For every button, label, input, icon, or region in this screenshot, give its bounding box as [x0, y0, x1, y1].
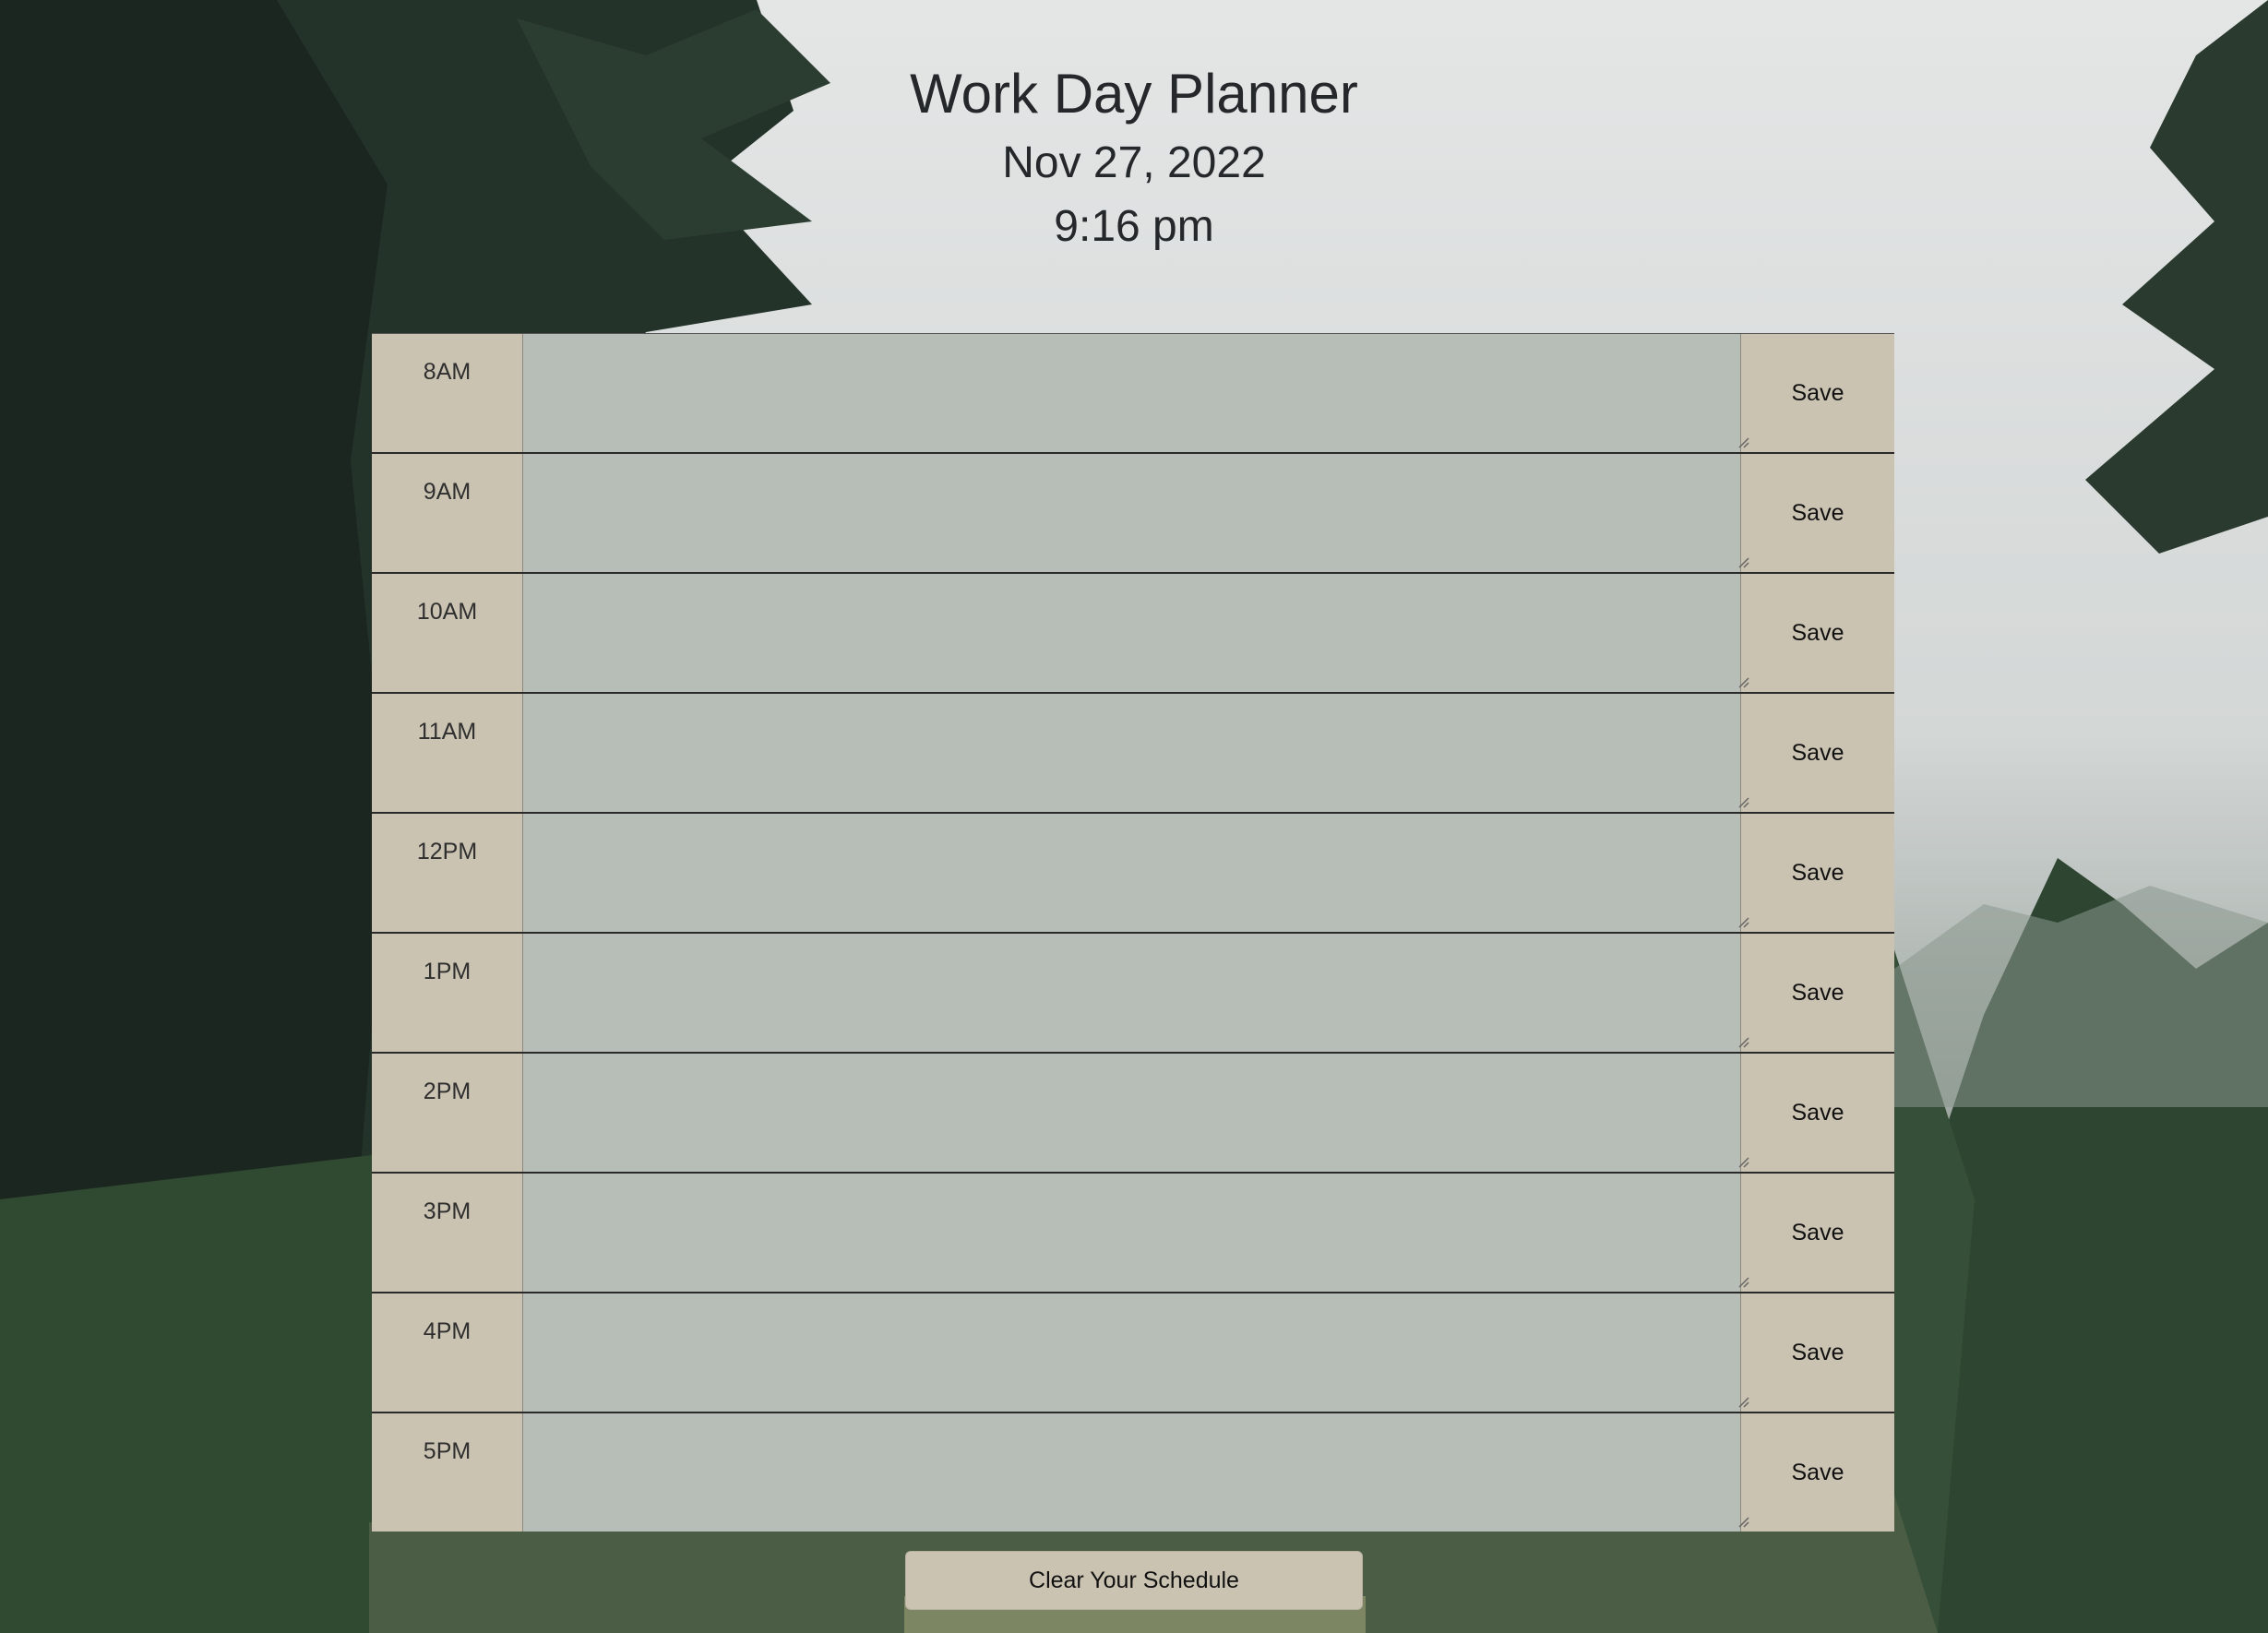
save-button[interactable]: Save [1741, 1054, 1894, 1172]
save-button[interactable]: Save [1741, 694, 1894, 812]
time-block-4pm: 4PM Save [372, 1292, 1894, 1412]
hour-label: 11AM [372, 694, 523, 812]
event-textarea[interactable] [523, 1174, 1741, 1292]
time-block-3pm: 3PM Save [372, 1172, 1894, 1292]
event-textarea[interactable] [523, 454, 1741, 572]
page-title: Work Day Planner [910, 63, 1358, 125]
time-block-9am: 9AM Save [372, 452, 1894, 572]
current-date: Nov 27, 2022 [1002, 138, 1266, 187]
event-textarea[interactable] [523, 334, 1741, 452]
save-button[interactable]: Save [1741, 934, 1894, 1052]
planner-table: 8AM Save 9AM Save 10AM Save 11AM Save 12… [372, 333, 1894, 1532]
hour-label: 2PM [372, 1054, 523, 1172]
event-textarea[interactable] [523, 1293, 1741, 1412]
save-button[interactable]: Save [1741, 814, 1894, 932]
time-block-5pm: 5PM Save [372, 1412, 1894, 1532]
hour-label: 5PM [372, 1413, 523, 1532]
time-block-8am: 8AM Save [372, 333, 1894, 452]
time-block-10am: 10AM Save [372, 572, 1894, 692]
save-button[interactable]: Save [1741, 1293, 1894, 1412]
time-block-11am: 11AM Save [372, 692, 1894, 812]
clear-container: Clear Your Schedule [905, 1551, 1363, 1610]
save-button[interactable]: Save [1741, 334, 1894, 452]
event-textarea[interactable] [523, 934, 1741, 1052]
event-textarea[interactable] [523, 1413, 1741, 1532]
event-textarea[interactable] [523, 814, 1741, 932]
save-button[interactable]: Save [1741, 454, 1894, 572]
time-block-2pm: 2PM Save [372, 1052, 1894, 1172]
hour-label: 1PM [372, 934, 523, 1052]
hour-label: 10AM [372, 574, 523, 692]
save-button[interactable]: Save [1741, 1413, 1894, 1532]
time-block-1pm: 1PM Save [372, 932, 1894, 1052]
hour-label: 3PM [372, 1174, 523, 1292]
hour-label: 8AM [372, 334, 523, 452]
hour-label: 9AM [372, 454, 523, 572]
save-button[interactable]: Save [1741, 1174, 1894, 1292]
event-textarea[interactable] [523, 1054, 1741, 1172]
clear-schedule-button[interactable]: Clear Your Schedule [905, 1551, 1363, 1610]
event-textarea[interactable] [523, 694, 1741, 812]
hour-label: 4PM [372, 1293, 523, 1412]
hour-label: 12PM [372, 814, 523, 932]
save-button[interactable]: Save [1741, 574, 1894, 692]
current-time: 9:16 pm [1054, 202, 1214, 251]
time-block-12pm: 12PM Save [372, 812, 1894, 932]
event-textarea[interactable] [523, 574, 1741, 692]
